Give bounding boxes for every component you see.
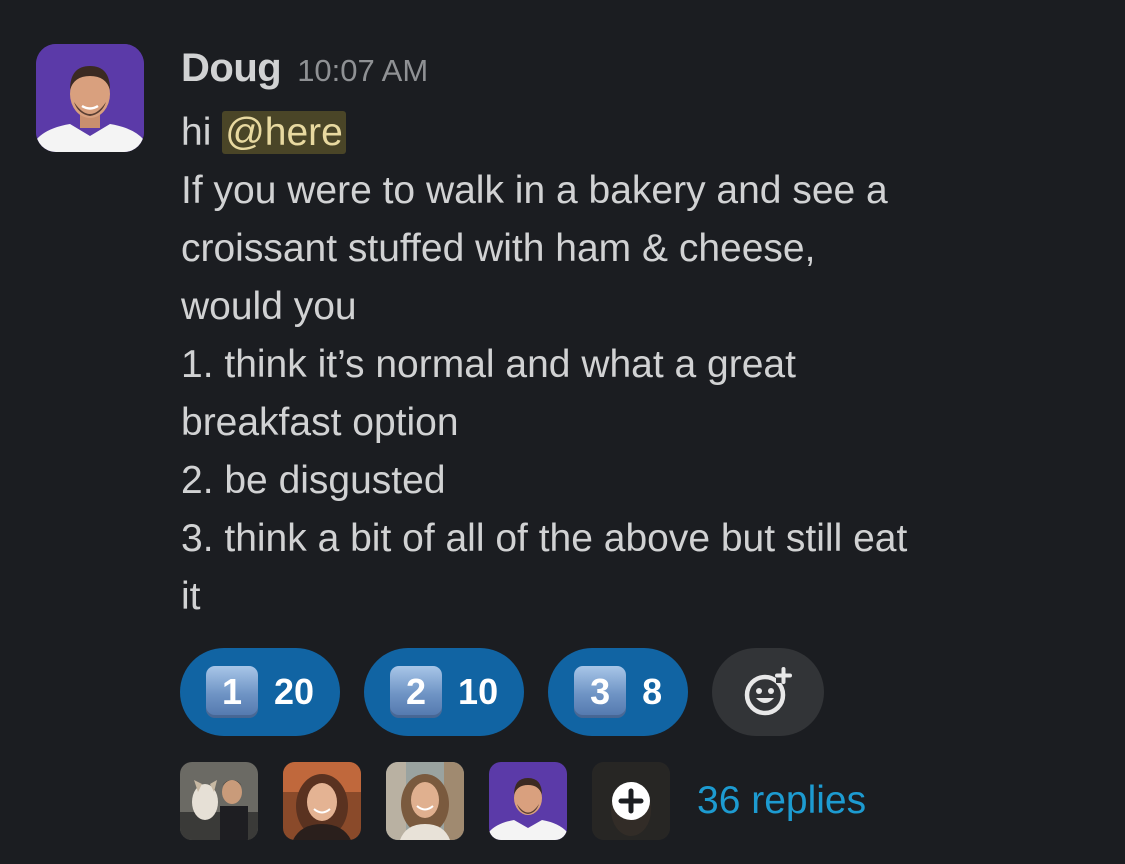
replies-link[interactable]: 36 replies (697, 779, 866, 823)
replier-avatar-image (180, 762, 258, 840)
message-body: hi @here If you were to walk in a bakery… (181, 104, 1101, 626)
message-line: 1. think it’s normal and what a great (181, 343, 796, 386)
keycap-2-icon: 2 (390, 666, 443, 718)
replier-avatar (386, 762, 464, 840)
add-emoji-icon (744, 667, 793, 716)
here-mention[interactable]: @here (222, 111, 346, 154)
reaction-keycap-2[interactable]: 2 10 (364, 648, 525, 736)
author-avatar-image (36, 44, 144, 152)
replier-avatar-image (386, 762, 464, 840)
message: Doug 10:07 AM hi @here If you were to wa… (0, 0, 1125, 864)
reaction-count: 8 (642, 671, 663, 712)
plus-icon (592, 762, 670, 840)
replier-avatar (283, 762, 361, 840)
message-line: 2. be disgusted (181, 459, 446, 502)
message-line: If you were to walk in a bakery and see … (181, 169, 888, 212)
author-avatar[interactable] (36, 44, 144, 152)
message-line: breakfast option (181, 401, 459, 444)
reaction-count: 10 (458, 671, 499, 712)
reaction-keycap-3[interactable]: 3 8 (548, 648, 689, 736)
keycap-3-icon: 3 (574, 666, 627, 718)
message-line: 3. think a bit of all of the above but s… (181, 517, 908, 560)
replier-avatar-image (489, 762, 567, 840)
greeting-text: hi (181, 111, 212, 154)
replier-avatar (180, 762, 258, 840)
replier-avatar (489, 762, 567, 840)
author-name[interactable]: Doug (181, 46, 282, 91)
more-repliers-avatar (592, 762, 670, 840)
message-content: Doug 10:07 AM hi @here If you were to wa… (181, 46, 1101, 626)
message-line: croissant stuffed with ham & cheese, (181, 227, 816, 270)
reaction-keycap-1[interactable]: 1 20 (180, 648, 341, 736)
greeting-line: hi @here (181, 104, 1101, 162)
thread-summary[interactable]: 36 replies (180, 762, 866, 840)
add-reaction-button[interactable] (712, 648, 825, 736)
message-header: Doug 10:07 AM (181, 46, 1101, 104)
keycap-1-icon: 1 (206, 666, 258, 718)
reactions-bar: 1 20 2 10 3 8 (180, 648, 825, 736)
message-line: it (181, 575, 201, 618)
replier-avatar-image (283, 762, 361, 840)
message-line: would you (181, 285, 357, 328)
reaction-count: 20 (274, 671, 315, 712)
message-timestamp[interactable]: 10:07 AM (297, 53, 428, 89)
